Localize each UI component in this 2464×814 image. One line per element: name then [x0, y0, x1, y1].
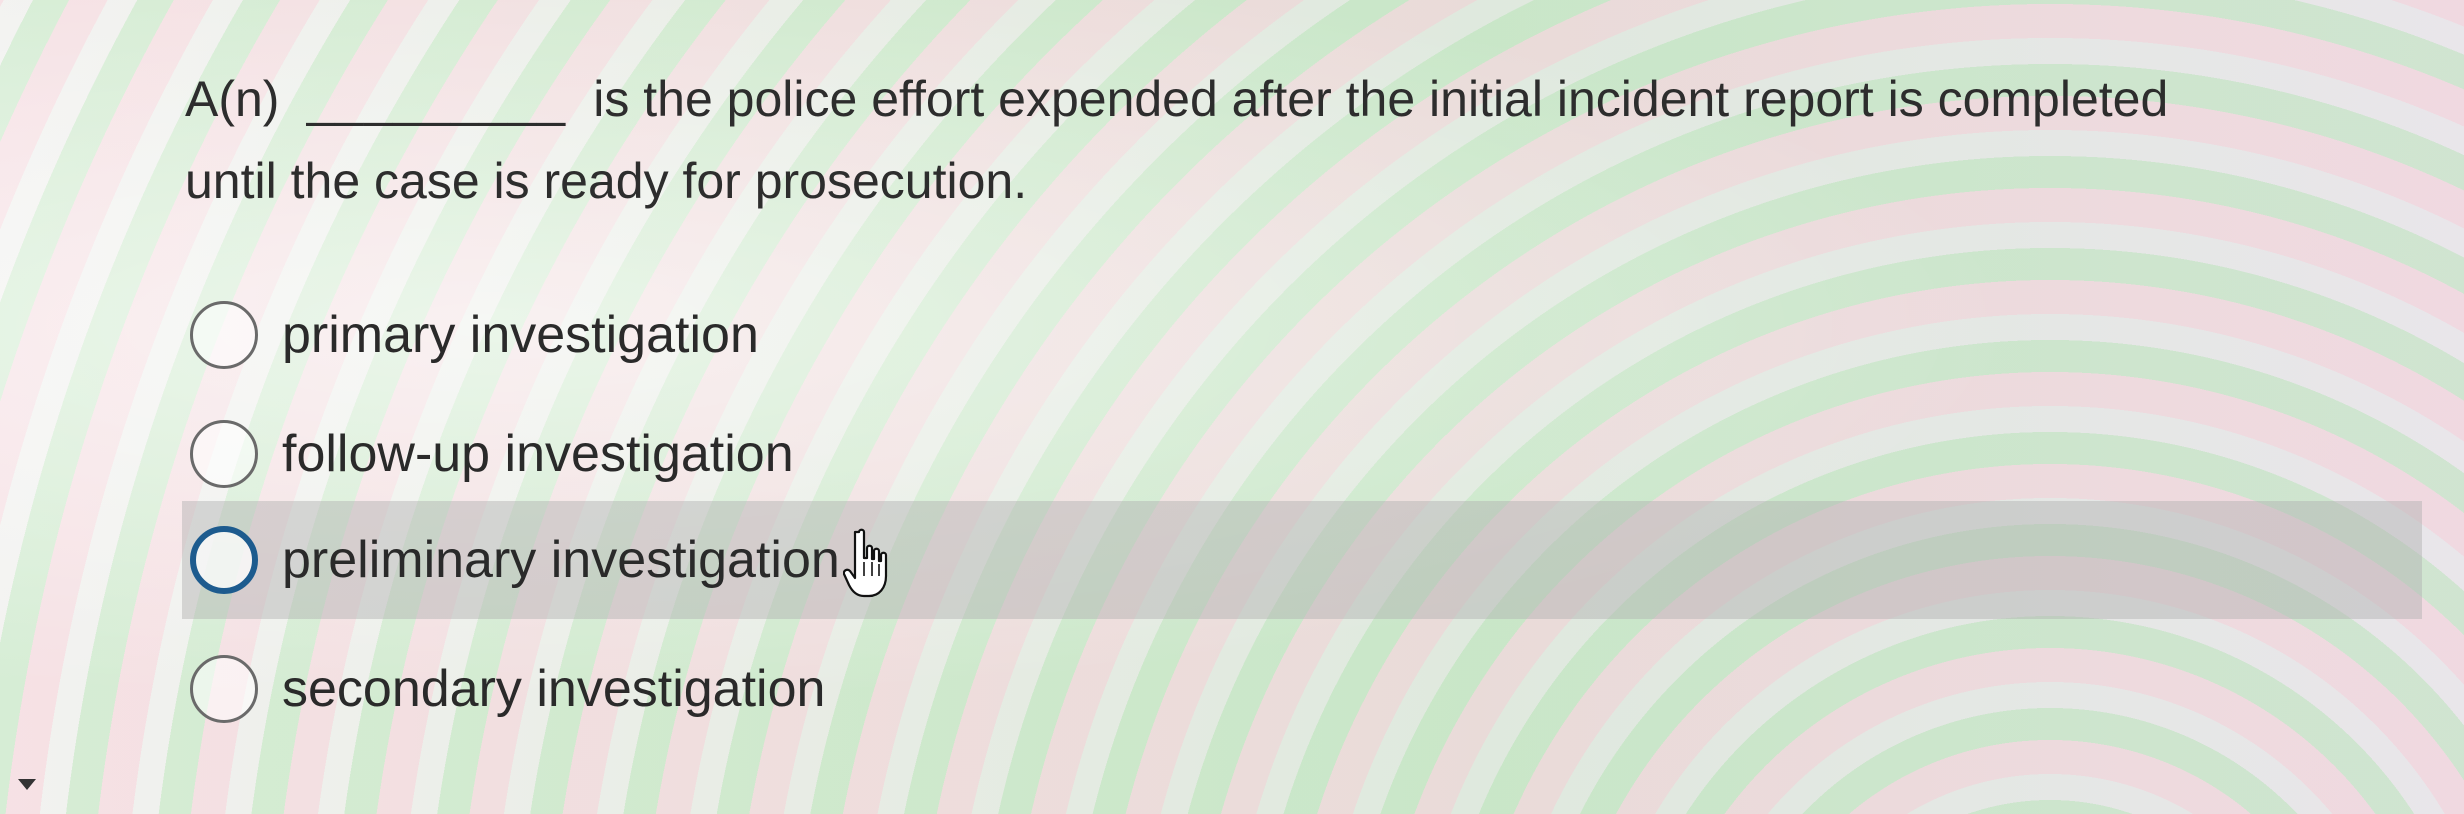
answer-option-2[interactable]: follow-up investigation [182, 395, 2422, 513]
question-blank: _________ [306, 71, 567, 127]
radio-button[interactable] [190, 526, 258, 594]
answer-option-1[interactable]: primary investigation [182, 276, 2422, 394]
answer-option-4[interactable]: secondary investigation [182, 630, 2422, 748]
radio-button[interactable] [190, 301, 258, 369]
answer-option-label: follow-up investigation [282, 425, 794, 483]
radio-button[interactable] [190, 420, 258, 488]
answer-option-label: preliminary investigation [282, 531, 840, 589]
answer-option-3[interactable]: preliminary investigation [182, 501, 2422, 619]
radio-button[interactable] [190, 655, 258, 723]
question-text: A(n) _________ is the police effort expe… [185, 58, 2235, 222]
question-prefix: A(n) [185, 71, 280, 127]
caret-down-icon[interactable] [18, 779, 36, 790]
answer-option-label: secondary investigation [282, 660, 826, 718]
answer-option-label: primary investigation [282, 306, 759, 364]
